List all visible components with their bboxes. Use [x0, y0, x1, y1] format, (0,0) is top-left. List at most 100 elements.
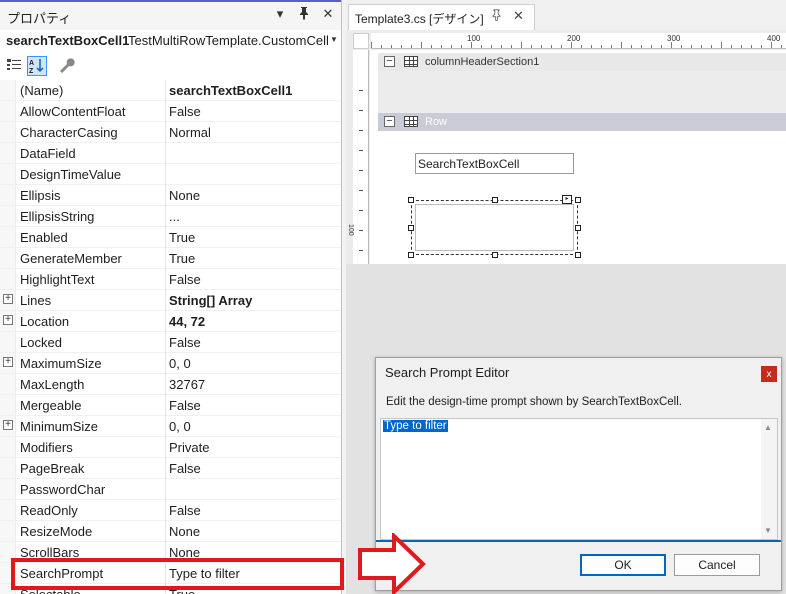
property-value[interactable]: Private [169, 440, 209, 455]
property-value[interactable]: True [169, 587, 195, 594]
property-value[interactable]: Normal [169, 125, 211, 140]
dropdown-icon[interactable]: ▾ [271, 6, 289, 24]
expand-icon[interactable]: + [3, 294, 13, 304]
property-row[interactable]: HighlightText False [0, 269, 341, 290]
object-selector[interactable]: searchTextBoxCell1 TestMultiRowTemplate.… [0, 30, 341, 52]
selected-search-textbox-cell[interactable]: ▸ [408, 195, 581, 258]
property-value[interactable]: searchTextBoxCell1 [169, 83, 292, 98]
property-value[interactable]: 0, 0 [169, 356, 191, 371]
ruler-tick [359, 230, 363, 231]
expand-icon[interactable]: + [3, 420, 13, 430]
wrench-icon[interactable] [57, 56, 77, 76]
dialog-title: Search Prompt Editor [385, 365, 510, 380]
property-value[interactable]: Type to filter [169, 566, 240, 581]
scroll-up-icon[interactable]: ▲ [764, 423, 772, 432]
property-value[interactable]: ... [169, 209, 180, 224]
property-value[interactable]: 0, 0 [169, 419, 191, 434]
column-header-section[interactable]: − columnHeaderSection1 [378, 53, 786, 71]
arrow-right-icon [358, 533, 426, 594]
property-row[interactable]: Locked False [0, 332, 341, 353]
ruler-tick [561, 45, 562, 48]
property-row[interactable]: ScrollBars None [0, 542, 341, 563]
property-row[interactable]: ResizeMode None [0, 521, 341, 542]
property-row[interactable]: Mergeable False [0, 395, 341, 416]
property-row[interactable]: GenerateMember True [0, 248, 341, 269]
smart-tag-icon[interactable]: ▸ [562, 195, 572, 204]
ruler-tick [621, 42, 622, 48]
ok-button[interactable]: OK [580, 554, 666, 576]
property-row[interactable]: Ellipsis None [0, 185, 341, 206]
expand-icon[interactable]: + [3, 315, 13, 325]
column-header-section-label: columnHeaderSection1 [425, 56, 540, 68]
property-row[interactable]: + MinimumSize 0, 0 [0, 416, 341, 437]
document-tab[interactable]: Template3.cs [デザイン] ✕ [348, 4, 535, 30]
property-value[interactable]: False [169, 461, 201, 476]
collapse-icon[interactable]: − [384, 56, 395, 67]
property-row[interactable]: DesignTimeValue [0, 164, 341, 185]
property-value[interactable]: None [169, 524, 200, 539]
property-value[interactable]: String[] Array [169, 293, 252, 308]
pin-icon[interactable] [295, 6, 313, 24]
property-row[interactable]: PasswordChar [0, 479, 341, 500]
property-row[interactable]: + Lines String[] Array [0, 290, 341, 311]
template-canvas[interactable]: − columnHeaderSection1 − Row SearchTextB… [370, 50, 786, 264]
alphabetical-icon[interactable]: AZ [27, 56, 47, 76]
resize-handle[interactable] [408, 225, 414, 231]
close-icon[interactable]: ✕ [319, 6, 337, 24]
property-row[interactable]: CharacterCasing Normal [0, 122, 341, 143]
editor-scrollbar[interactable]: ▲ ▼ [761, 419, 777, 539]
chevron-down-icon[interactable]: ▼ [330, 35, 338, 44]
close-icon[interactable]: ✕ [513, 8, 524, 24]
property-row[interactable]: Modifiers Private [0, 437, 341, 458]
property-row[interactable]: (Name) searchTextBoxCell1 [0, 80, 341, 101]
property-value[interactable]: None [169, 188, 200, 203]
property-row[interactable]: + MaximumSize 0, 0 [0, 353, 341, 374]
categorized-icon[interactable] [5, 56, 25, 76]
row-section[interactable]: − Row [378, 113, 786, 131]
search-textbox-cell[interactable] [415, 204, 574, 251]
resize-handle[interactable] [492, 197, 498, 203]
ruler-tick [551, 45, 552, 48]
property-value[interactable]: False [169, 104, 201, 119]
property-value[interactable]: None [169, 545, 200, 560]
resize-handle[interactable] [575, 197, 581, 203]
ruler-tick [641, 45, 642, 48]
property-value[interactable]: False [169, 272, 201, 287]
property-row[interactable]: AllowContentFloat False [0, 101, 341, 122]
resize-handle[interactable] [575, 252, 581, 258]
property-row[interactable]: Selectable True [0, 584, 341, 594]
resize-handle[interactable] [575, 225, 581, 231]
prompt-text-editor[interactable]: Type to filter ▲ ▼ [380, 418, 778, 540]
collapse-icon[interactable]: − [384, 116, 395, 127]
property-name: EllipsisString [20, 209, 95, 224]
property-row[interactable]: ReadOnly False [0, 500, 341, 521]
property-value[interactable]: False [169, 398, 201, 413]
property-row[interactable]: SearchPrompt Type to filter [0, 563, 341, 584]
prompt-text-selection[interactable]: Type to filter [383, 420, 448, 432]
search-textbox-cell-label[interactable]: SearchTextBoxCell [415, 153, 574, 174]
expand-icon[interactable]: + [3, 357, 13, 367]
property-value[interactable]: False [169, 335, 201, 350]
property-row[interactable]: PageBreak False [0, 458, 341, 479]
property-row[interactable]: Enabled True [0, 227, 341, 248]
property-name: DataField [20, 146, 76, 161]
property-value[interactable]: True [169, 251, 195, 266]
property-row[interactable]: DataField [0, 143, 341, 164]
property-value[interactable]: False [169, 503, 201, 518]
property-value[interactable]: True [169, 230, 195, 245]
scroll-down-icon[interactable]: ▼ [764, 526, 772, 535]
cancel-button[interactable]: Cancel [674, 554, 760, 576]
property-row[interactable]: EllipsisString... [0, 206, 341, 227]
column-header-body[interactable] [378, 71, 786, 113]
close-button[interactable]: x [761, 366, 777, 382]
ruler-tick [661, 45, 662, 48]
pin-icon[interactable] [491, 9, 502, 24]
property-value[interactable]: 44, 72 [169, 314, 205, 329]
property-row[interactable]: MaxLength 32767 [0, 374, 341, 395]
resize-handle[interactable] [492, 252, 498, 258]
property-row[interactable]: + Location 44, 72 [0, 311, 341, 332]
ruler-tick [371, 42, 372, 48]
resize-handle[interactable] [408, 252, 414, 258]
property-value[interactable]: 32767 [169, 377, 205, 392]
resize-handle[interactable] [408, 197, 414, 203]
